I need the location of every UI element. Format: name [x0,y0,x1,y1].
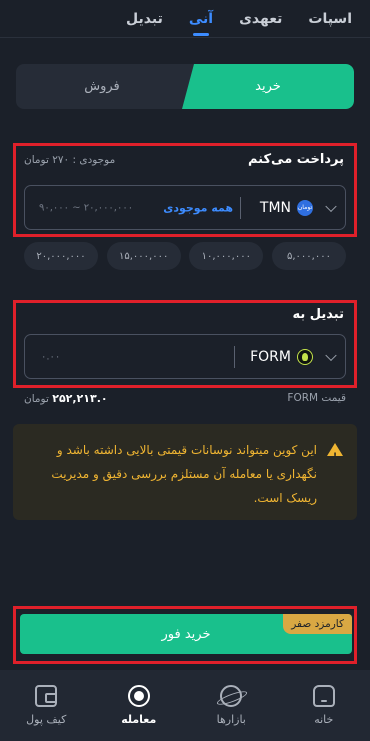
wallet-icon [35,685,58,707]
tmn-coin-icon: تومان [297,199,313,216]
pay-amount-field[interactable]: TMN تومان همه موجودی ۹۰,۰۰۰ ~ ۲۰,۰۰۰,۰۰۰ [24,185,346,230]
pay-balance: موجودی : ۲۷۰ تومان [24,154,116,166]
convert-title: تبدیل به [292,307,344,322]
pay-divider [240,196,241,219]
warning-text: این کوین میتواند نوسانات قیمتی بالایی دا… [51,443,317,505]
buy-now-label: خرید فور [161,626,211,642]
price-row: ۲۵۲,۲۱۳.۰ تومان قیمت FORM [24,392,346,408]
nav-trade-label: معامله [121,713,157,726]
quick-amount-chip[interactable]: ۵,۰۰۰,۰۰۰ [271,242,346,270]
top-tabs: اسپات تعهدی آنی تبدیل [0,0,370,38]
nav-markets[interactable]: بازارها [191,685,271,726]
all-balance-button[interactable]: همه موجودی [163,201,233,214]
price-label: قیمت FORM [287,392,346,404]
pay-amount-placeholder: ۹۰,۰۰۰ ~ ۲۰,۰۰۰,۰۰۰ [39,202,134,213]
tab-instant[interactable]: آنی [189,0,213,38]
nav-trade[interactable]: معامله [99,685,179,726]
trade-icon [127,685,150,707]
tab-spot[interactable]: اسپات [308,0,352,38]
bottom-nav: خانه بازارها معامله کیف پول [0,670,370,741]
home-icon [312,685,335,707]
nav-wallet-label: کیف پول [26,713,67,726]
nav-markets-label: بازارها [216,713,246,726]
convert-coin[interactable]: FORM [250,349,291,365]
price-number: ۲۵۲,۲۱۳.۰ [52,392,108,405]
form-coin-icon [297,348,313,365]
buy-now-button[interactable]: خرید فور کارمزد صفر [20,614,352,654]
price-unit: تومان [24,393,49,405]
convert-amount-field[interactable]: FORM ۰.۰۰ [24,334,346,379]
pay-coin[interactable]: TMN [260,200,291,216]
price-value: ۲۵۲,۲۱۳.۰ تومان [24,392,108,405]
convert-divider [234,345,235,368]
chevron-down-icon[interactable] [325,200,337,212]
market-icon [220,685,243,707]
nav-home-label: خانه [314,713,334,726]
tab-convert[interactable]: تبدیل [126,0,163,38]
buy-tab[interactable]: خرید [182,64,354,109]
sell-tab[interactable]: فروش [16,64,188,109]
tab-futures[interactable]: تعهدی [239,0,282,38]
nav-home[interactable]: خانه [284,685,364,726]
quick-amount-chip[interactable]: ۱۵,۰۰۰,۰۰۰ [106,242,181,270]
quick-amounts: ۲۰,۰۰۰,۰۰۰ ۱۵,۰۰۰,۰۰۰ ۱۰,۰۰۰,۰۰۰ ۵,۰۰۰,۰… [24,242,346,270]
convert-amount-placeholder: ۰.۰۰ [41,351,61,362]
zero-fee-badge: کارمزد صفر [283,614,352,634]
nav-wallet[interactable]: کیف پول [6,685,86,726]
chevron-down-icon[interactable] [325,349,337,361]
pay-title: پرداخت می‌کنم [247,152,344,167]
warning-icon [327,443,343,469]
quick-amount-chip[interactable]: ۱۰,۰۰۰,۰۰۰ [189,242,264,270]
risk-warning: این کوین میتواند نوسانات قیمتی بالایی دا… [13,424,357,520]
quick-amount-chip[interactable]: ۲۰,۰۰۰,۰۰۰ [24,242,98,270]
buy-sell-toggle: فروش خرید [16,64,354,109]
